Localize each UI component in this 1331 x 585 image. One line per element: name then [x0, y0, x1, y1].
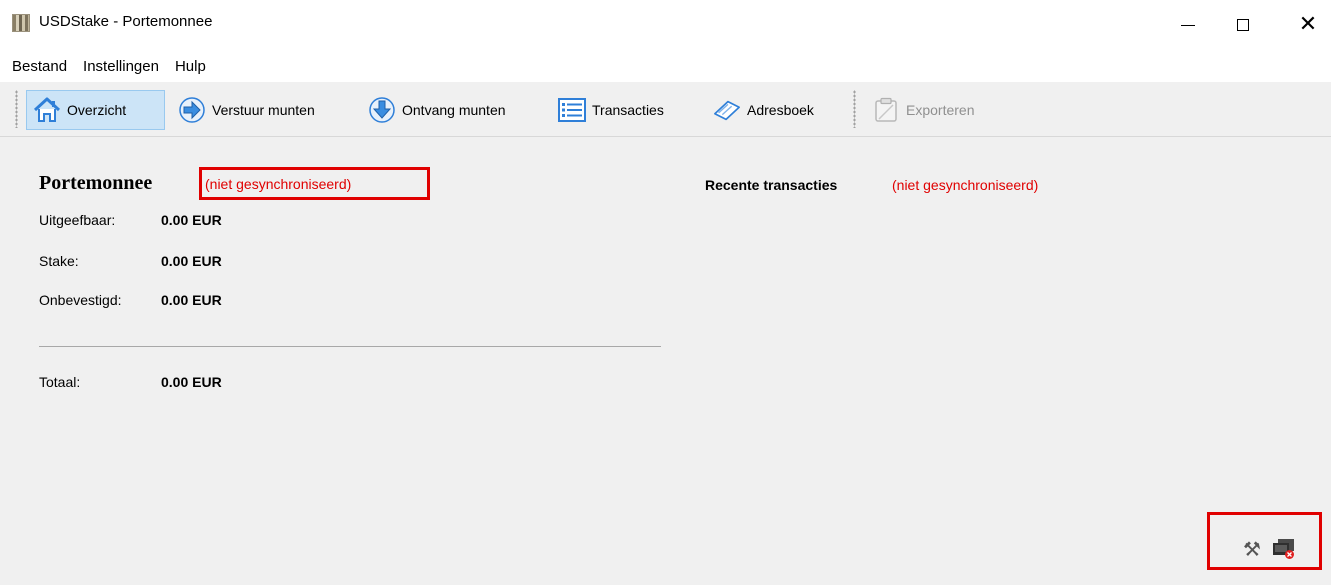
maximize-button[interactable]	[1220, 0, 1266, 50]
menu-bar: Bestand Instellingen Hulp	[0, 50, 1331, 82]
overview-label: Overzicht	[67, 102, 127, 118]
total-value: 0.00 EUR	[161, 374, 222, 390]
highlight-box	[1207, 512, 1322, 570]
export-button[interactable]: Exporteren	[866, 90, 1016, 130]
close-icon: ✕	[1298, 12, 1318, 37]
recent-transactions-title: Recente transacties	[705, 177, 838, 193]
maximize-icon	[1237, 19, 1249, 31]
balance-divider	[39, 346, 661, 347]
address-book-button[interactable]: Adresboek	[707, 90, 847, 130]
address-book-icon	[713, 96, 741, 124]
unconfirmed-value: 0.00 EUR	[161, 292, 222, 308]
address-book-label: Adresboek	[747, 102, 814, 118]
export-label: Exporteren	[906, 102, 975, 118]
menu-hulp[interactable]: Hulp	[167, 58, 214, 75]
toolbar: Overzicht Verstuur munten Ontvang munten	[0, 84, 1331, 137]
menu-bestand[interactable]: Bestand	[0, 58, 75, 75]
app-icon	[12, 14, 30, 32]
receive-coins-label: Ontvang munten	[402, 102, 506, 118]
spendable-label: Uitgeefbaar:	[39, 212, 116, 228]
highlight-box	[199, 167, 430, 200]
transactions-button[interactable]: Transacties	[552, 90, 700, 130]
clipboard-icon	[872, 96, 900, 124]
arrow-right-icon	[178, 96, 206, 124]
stake-label: Stake:	[39, 253, 79, 269]
arrow-down-icon	[368, 96, 396, 124]
stake-value: 0.00 EUR	[161, 253, 222, 269]
close-button[interactable]: ✕	[1285, 0, 1331, 50]
overview-button[interactable]: Overzicht	[26, 90, 165, 130]
window-title: USDStake - Portemonnee	[39, 13, 213, 30]
wallet-title: Portemonnee	[39, 172, 153, 194]
title-bar: USDStake - Portemonnee ✕	[0, 0, 1331, 50]
list-icon	[558, 96, 586, 124]
recent-sync-status: (niet gesynchroniseerd)	[892, 177, 1039, 193]
unconfirmed-label: Onbevestigd:	[39, 292, 122, 308]
send-coins-button[interactable]: Verstuur munten	[172, 90, 352, 130]
send-coins-label: Verstuur munten	[212, 102, 315, 118]
toolbar-grip[interactable]	[15, 90, 18, 128]
spendable-value: 0.00 EUR	[161, 212, 222, 228]
minimize-icon	[1181, 24, 1195, 26]
transactions-label: Transacties	[592, 102, 664, 118]
toolbar-grip[interactable]	[853, 90, 856, 128]
menu-instellingen[interactable]: Instellingen	[75, 58, 167, 75]
receive-coins-button[interactable]: Ontvang munten	[362, 90, 542, 130]
total-label: Totaal:	[39, 374, 81, 390]
home-icon	[33, 96, 61, 124]
minimize-button[interactable]	[1165, 0, 1211, 50]
